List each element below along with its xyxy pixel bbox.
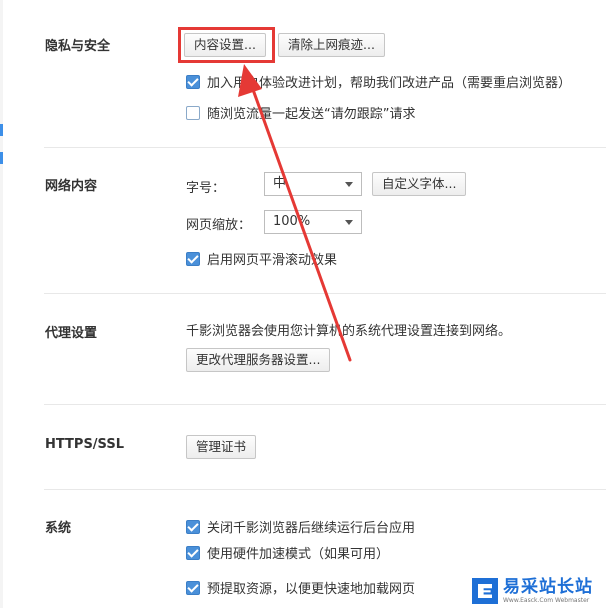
zoom-select[interactable]: 100%: [264, 210, 362, 234]
section-title-privacy: 隐私与安全: [45, 39, 111, 54]
prefetch-checkbox[interactable]: [186, 580, 200, 595]
left-scroll-marker: [0, 124, 3, 136]
annotation-highlight-box: [178, 27, 275, 63]
smooth-scroll-checkbox[interactable]: [186, 251, 200, 266]
hardware-accel-checkbox[interactable]: [186, 545, 200, 560]
watermark-main-text: 易采站长站: [503, 576, 593, 597]
smooth-scroll-label: 启用网页平滑滚动效果: [207, 253, 338, 268]
experience-program-label: 加入用户体验改进计划，帮助我们改进产品（需要重启浏览器）: [207, 76, 572, 91]
left-edge-bar: [0, 0, 3, 608]
left-scroll-marker: [0, 152, 3, 164]
section-divider: [44, 293, 606, 294]
background-apps-label: 关闭千影浏览器后继续运行后台应用: [207, 521, 416, 536]
chevron-down-icon: [345, 182, 353, 187]
font-size-select[interactable]: 中: [264, 172, 362, 196]
experience-program-checkbox[interactable]: [186, 74, 200, 89]
section-title-system: 系统: [45, 521, 72, 536]
background-apps-checkbox[interactable]: [186, 519, 200, 534]
hardware-accel-label: 使用硬件加速模式（如果可用）: [207, 547, 390, 562]
hardware-accel-option[interactable]: 使用硬件加速模式（如果可用）: [186, 543, 389, 562]
proxy-description: 千影浏览器会使用您计算机的系统代理设置连接到网络。: [186, 324, 512, 339]
clear-traces-button[interactable]: 清除上网痕迹...: [278, 33, 385, 57]
watermark-sub-text: Www.Easck.Com Webmaster: [503, 596, 590, 604]
font-size-value: 中: [273, 176, 287, 191]
prefetch-option[interactable]: 预提取资源，以便更快速地加载网页: [186, 578, 415, 597]
zoom-label: 网页缩放：: [186, 218, 252, 233]
background-apps-option[interactable]: 关闭千影浏览器后继续运行后台应用: [186, 517, 415, 536]
section-title-web-content: 网络内容: [45, 179, 98, 194]
smooth-scroll-option[interactable]: 启用网页平滑滚动效果: [186, 249, 337, 268]
do-not-track-checkbox[interactable]: [186, 105, 200, 120]
font-size-label: 字号：: [186, 181, 226, 196]
do-not-track-option[interactable]: 随浏览流量一起发送“请勿跟踪”请求: [186, 103, 415, 122]
easck-logo-icon: [472, 578, 498, 604]
zoom-value: 100%: [273, 214, 311, 229]
do-not-track-label: 随浏览流量一起发送“请勿跟踪”请求: [207, 107, 416, 122]
chevron-down-icon: [345, 220, 353, 225]
section-title-proxy: 代理设置: [45, 326, 98, 341]
section-divider: [44, 489, 606, 490]
manage-certificates-button[interactable]: 管理证书: [186, 435, 257, 459]
custom-fonts-button[interactable]: 自定义字体...: [372, 172, 467, 196]
section-title-https: HTTPS/SSL: [45, 437, 124, 452]
prefetch-label: 预提取资源，以便更快速地加载网页: [207, 582, 416, 597]
experience-program-option[interactable]: 加入用户体验改进计划，帮助我们改进产品（需要重启浏览器）: [186, 72, 571, 91]
watermark-text: 易采站长站 Www.Easck.Com Webmaster: [503, 576, 593, 605]
change-proxy-button[interactable]: 更改代理服务器设置...: [186, 348, 331, 372]
section-divider: [44, 147, 606, 148]
watermark-logo: 易采站长站 Www.Easck.Com Webmaster: [468, 574, 606, 608]
section-divider: [44, 404, 606, 405]
